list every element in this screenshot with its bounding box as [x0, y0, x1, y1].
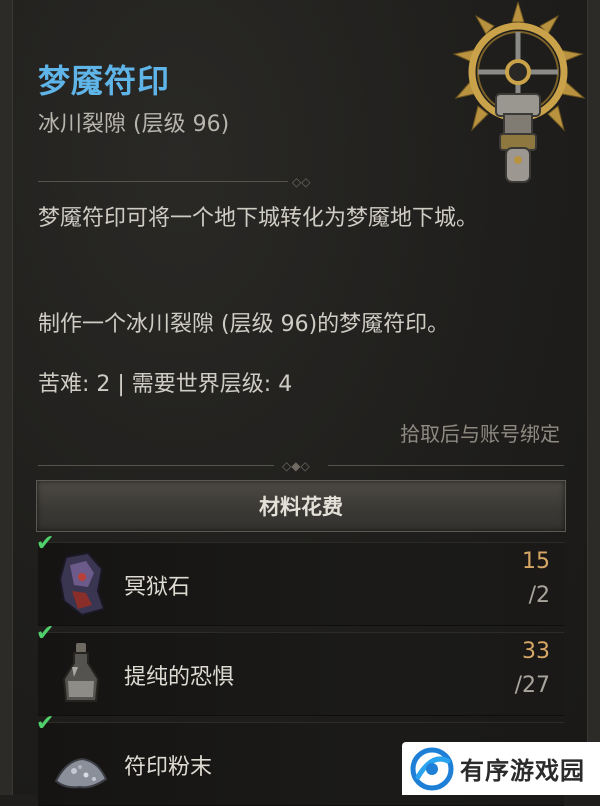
item-craft-description: 制作一个冰川裂隙 (层级 96)的梦魇符印。	[38, 312, 450, 337]
item-name: 符印粉末	[124, 755, 213, 780]
logo-icon	[410, 747, 454, 790]
divider-top: ◇◇	[38, 176, 328, 188]
required-count: /2	[528, 583, 550, 608]
nether-stone-icon	[58, 551, 106, 617]
material-cost-header: 材料花费	[36, 480, 566, 532]
cost-row: ✔ 提纯的恐惧 33 /27	[36, 621, 564, 716]
item-difficulty: 苦难: 2 | 需要世界层级: 4	[38, 372, 293, 397]
cost-row: ✔ 冥狱石 15 /2	[36, 531, 564, 626]
watermark-text: 有序游戏园	[460, 757, 585, 785]
tooltip-right-border	[587, 0, 600, 795]
item-name: 冥狱石	[124, 575, 191, 600]
item-name: 提纯的恐惧	[124, 665, 235, 690]
item-description: 梦魇符印可将一个地下城转化为梦魇地下城。	[38, 206, 479, 231]
item-tooltip: 梦魇符印 冰川裂隙 (层级 96) ◇◇ 梦魇符印可将一个地下城转化为梦魇地下城…	[0, 0, 600, 806]
item-name: 梦魇符印	[38, 62, 171, 100]
sigil-powder-icon	[54, 757, 108, 789]
account-bind-note: 拾取后与账号绑定	[400, 422, 560, 446]
tooltip-left-border	[0, 0, 13, 795]
required-count: /27	[514, 673, 550, 698]
nightmare-sigil-icon	[452, 2, 586, 183]
watermark: 有序游戏园	[402, 742, 600, 795]
divider-middle: ◇◆◇	[38, 460, 564, 472]
owned-count: 15	[522, 549, 550, 574]
item-subtitle: 冰川裂隙 (层级 96)	[38, 112, 230, 137]
owned-count: 33	[522, 639, 550, 664]
distilled-fear-icon	[62, 643, 100, 702]
